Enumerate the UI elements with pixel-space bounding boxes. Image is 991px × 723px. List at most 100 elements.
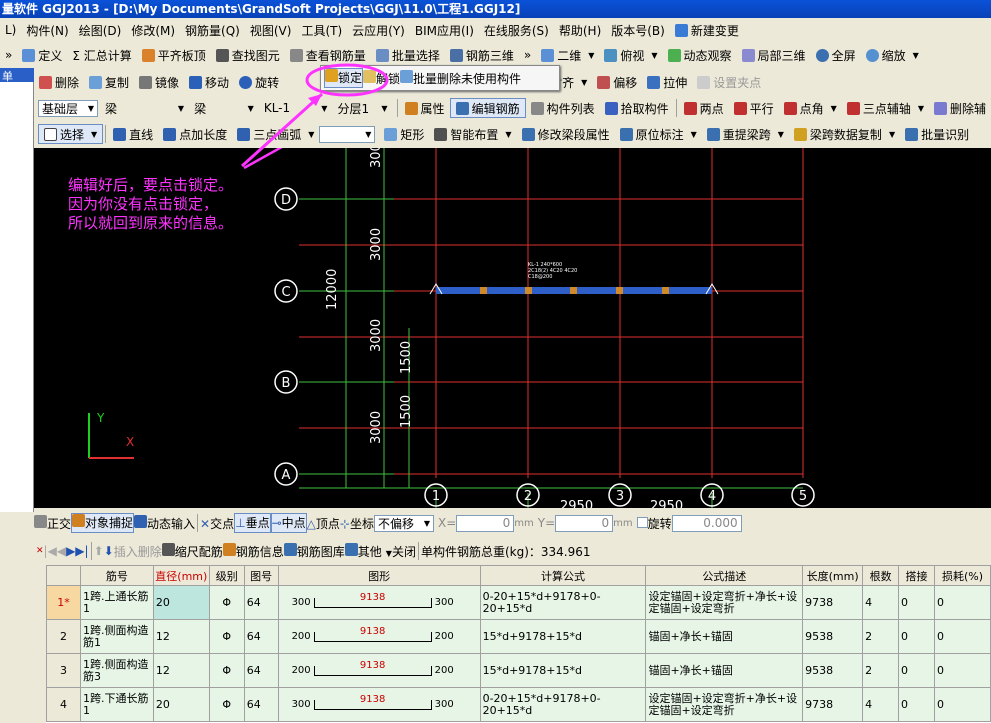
rotate-checkbox[interactable]: 旋转 xyxy=(636,515,672,532)
cell-length[interactable]: 9538 xyxy=(802,653,864,688)
select-button[interactable]: 选择 ▼ xyxy=(38,124,104,144)
menu-tools[interactable]: 工具(T) xyxy=(296,19,347,41)
cell-count[interactable]: 2 xyxy=(862,653,900,688)
cell-grade[interactable]: Φ xyxy=(208,687,245,722)
cell-shape[interactable]: 300 9138 300 xyxy=(277,687,481,722)
beam-kl1[interactable] xyxy=(429,283,719,295)
cell-figure-no[interactable]: 64 xyxy=(243,585,279,620)
cell-description[interactable]: 设定锚固+设定弯折+净长+设定锚固+设定弯折 xyxy=(645,687,804,722)
cell-loss[interactable]: 0 xyxy=(933,653,991,688)
local-3d-button[interactable]: 局部三维 xyxy=(737,43,811,67)
menu-cloud[interactable]: 云应用(Y) xyxy=(347,19,410,41)
stretch-button[interactable]: 拉伸 xyxy=(642,69,692,95)
parallel-button[interactable]: 平行 xyxy=(729,96,779,120)
copy-button[interactable]: 复制 xyxy=(84,69,134,95)
panel-close-icon[interactable]: ✕ xyxy=(36,546,44,556)
cell-shape[interactable]: 300 9138 300 xyxy=(277,585,481,620)
toolbar-chevron[interactable]: » xyxy=(519,43,536,67)
cell-figure-no[interactable]: 64 xyxy=(243,687,279,722)
table-row[interactable]: 1* 1跨.上通长筋1 20 Φ 64 300 9138 300 0-20+15*d… xyxy=(46,585,991,620)
cell-figure-no[interactable]: 64 xyxy=(243,653,279,688)
cell-lap[interactable]: 0 xyxy=(898,653,935,688)
reextract-span-button[interactable]: 重提梁跨 ▼ xyxy=(702,122,789,146)
table-row[interactable]: 3 1跨.侧面构造筋3 12 Φ 64 200 9138 200 15*d+9178… xyxy=(46,653,991,688)
span-data-copy-button[interactable]: 梁跨数据复制 ▼ xyxy=(789,122,900,146)
object-snap-toggle[interactable]: 对象捕捉 xyxy=(71,513,135,533)
summary-calc-button[interactable]: Σ 汇总计算 xyxy=(67,43,136,67)
offset-select[interactable]: 不偏移 ▼ xyxy=(374,514,434,532)
menu-version[interactable]: 版本号(B) xyxy=(606,19,670,41)
midpoint-toggle[interactable]: ⊸中点 xyxy=(270,513,307,533)
nav-next-icon[interactable]: ▶ xyxy=(66,544,75,558)
cell-diameter[interactable]: 20 xyxy=(152,585,210,620)
offset-button[interactable]: 偏移 xyxy=(592,69,642,95)
dynamic-input-toggle[interactable]: 动态输入 xyxy=(134,514,195,532)
component-list-button[interactable]: 构件列表 xyxy=(526,96,600,120)
cell-figure-no[interactable]: 64 xyxy=(243,619,279,654)
left-panel[interactable] xyxy=(0,82,34,512)
cell-lap[interactable]: 0 xyxy=(898,585,935,620)
table-row[interactable]: 4 1跨.下通长筋1 20 Φ 64 300 9138 300 0-20+15*d+… xyxy=(46,687,991,722)
cell-shape[interactable]: 200 9138 200 xyxy=(277,619,481,654)
cell-count[interactable]: 4 xyxy=(862,687,900,722)
fullscreen-button[interactable]: 全屏 xyxy=(811,43,861,67)
cell-description[interactable]: 设定锚固+设定弯折+净长+设定锚固+设定弯折 xyxy=(645,585,804,620)
menu-modify[interactable]: 修改(M) xyxy=(126,19,180,41)
top-view-button[interactable]: 俯视 ▼ xyxy=(599,43,662,67)
dynamic-observe-button[interactable]: 动态观察 xyxy=(663,43,737,67)
batch-delete-unused-button[interactable]: 批量删除未使用构件 xyxy=(400,69,521,87)
cell-formula[interactable]: 15*d+9178+15*d xyxy=(479,619,647,654)
other-button[interactable]: 其他 ▼ xyxy=(344,542,392,560)
y-input[interactable]: 0 xyxy=(555,514,614,532)
table-row[interactable]: 2 1跨.侧面构造筋1 12 Φ 64 200 9138 200 15*d+9178… xyxy=(46,619,991,654)
cell-loss[interactable]: 0 xyxy=(933,585,991,620)
mirror-button[interactable]: 镜像 xyxy=(134,69,184,95)
cell-bar-name[interactable]: 1跨.上通长筋1 xyxy=(79,585,154,620)
cell-bar-name[interactable]: 1跨.侧面构造筋1 xyxy=(79,619,154,654)
nav-first-icon[interactable]: |◀ xyxy=(44,544,57,558)
cell-description[interactable]: 锚固+净长+锚固 xyxy=(645,619,804,654)
scale-rebar-button[interactable]: 缩尺配筋 xyxy=(161,542,223,560)
batch-recognize-button[interactable]: 批量识别 xyxy=(900,122,974,146)
edit-rebar-button[interactable]: 编辑钢筋 xyxy=(449,98,526,118)
2d-button[interactable]: 二维 ▼ xyxy=(536,43,599,67)
cell-grade[interactable]: Φ xyxy=(208,619,245,654)
point-angle-button[interactable]: 点角 ▼ xyxy=(779,96,842,120)
cell-bar-name[interactable]: 1跨.下通长筋1 xyxy=(79,687,154,722)
x-input[interactable]: 0 xyxy=(456,514,515,532)
rebar-3d-button[interactable]: 钢筋三维 xyxy=(445,43,519,67)
coordinate-toggle[interactable]: ⊹坐标 xyxy=(340,515,374,532)
modify-span-button[interactable]: 修改梁段属性 xyxy=(517,122,615,146)
cell-diameter[interactable]: 12 xyxy=(152,619,210,654)
menu-view[interactable]: 视图(V) xyxy=(245,19,297,41)
cell-grade[interactable]: Φ xyxy=(208,585,245,620)
zoom-button[interactable]: 缩放 ▼ xyxy=(861,43,924,67)
overflow-chevron[interactable]: » xyxy=(0,43,17,67)
rebar-library-button[interactable]: 钢筋图库 xyxy=(283,542,345,560)
menu-bim[interactable]: BIM应用(I) xyxy=(410,19,479,41)
cell-lap[interactable]: 0 xyxy=(898,687,935,722)
cell-count[interactable]: 4 xyxy=(862,585,900,620)
cell-description[interactable]: 锚固+净长+锚固 xyxy=(645,653,804,688)
rebar-info-button[interactable]: 钢筋信息 xyxy=(222,542,284,560)
floor-select[interactable]: 基础层 ▼ xyxy=(38,99,99,117)
vertex-toggle[interactable]: △顶点 xyxy=(307,515,340,532)
cell-formula[interactable]: 0-20+15*d+9178+0-20+15*d xyxy=(479,687,647,722)
cell-loss[interactable]: 0 xyxy=(933,619,991,654)
delete-button[interactable]: 删除 xyxy=(34,69,84,95)
property-button[interactable]: 属性 xyxy=(400,96,450,120)
cell-formula[interactable]: 15*d+9178+15*d xyxy=(479,653,647,688)
cell-grade[interactable]: Φ xyxy=(208,653,245,688)
nav-last-icon[interactable]: ▶| xyxy=(75,544,88,558)
menu-online[interactable]: 在线服务(S) xyxy=(479,19,554,41)
cell-loss[interactable]: 0 xyxy=(933,687,991,722)
move-button[interactable]: 移动 xyxy=(184,69,234,95)
pick-component-button[interactable]: 拾取构件 xyxy=(600,96,674,120)
menu-rebar[interactable]: 钢筋量(Q) xyxy=(180,19,245,41)
nav-prev-icon[interactable]: ◀ xyxy=(57,544,66,558)
insert-button[interactable]: 插入 xyxy=(114,543,138,560)
close-button[interactable]: 关闭 xyxy=(392,543,416,560)
two-point-button[interactable]: 两点 xyxy=(679,96,729,120)
cell-formula[interactable]: 0-20+15*d+9178+0-20+15*d xyxy=(479,585,647,620)
menu-help[interactable]: 帮助(H) xyxy=(554,19,606,41)
